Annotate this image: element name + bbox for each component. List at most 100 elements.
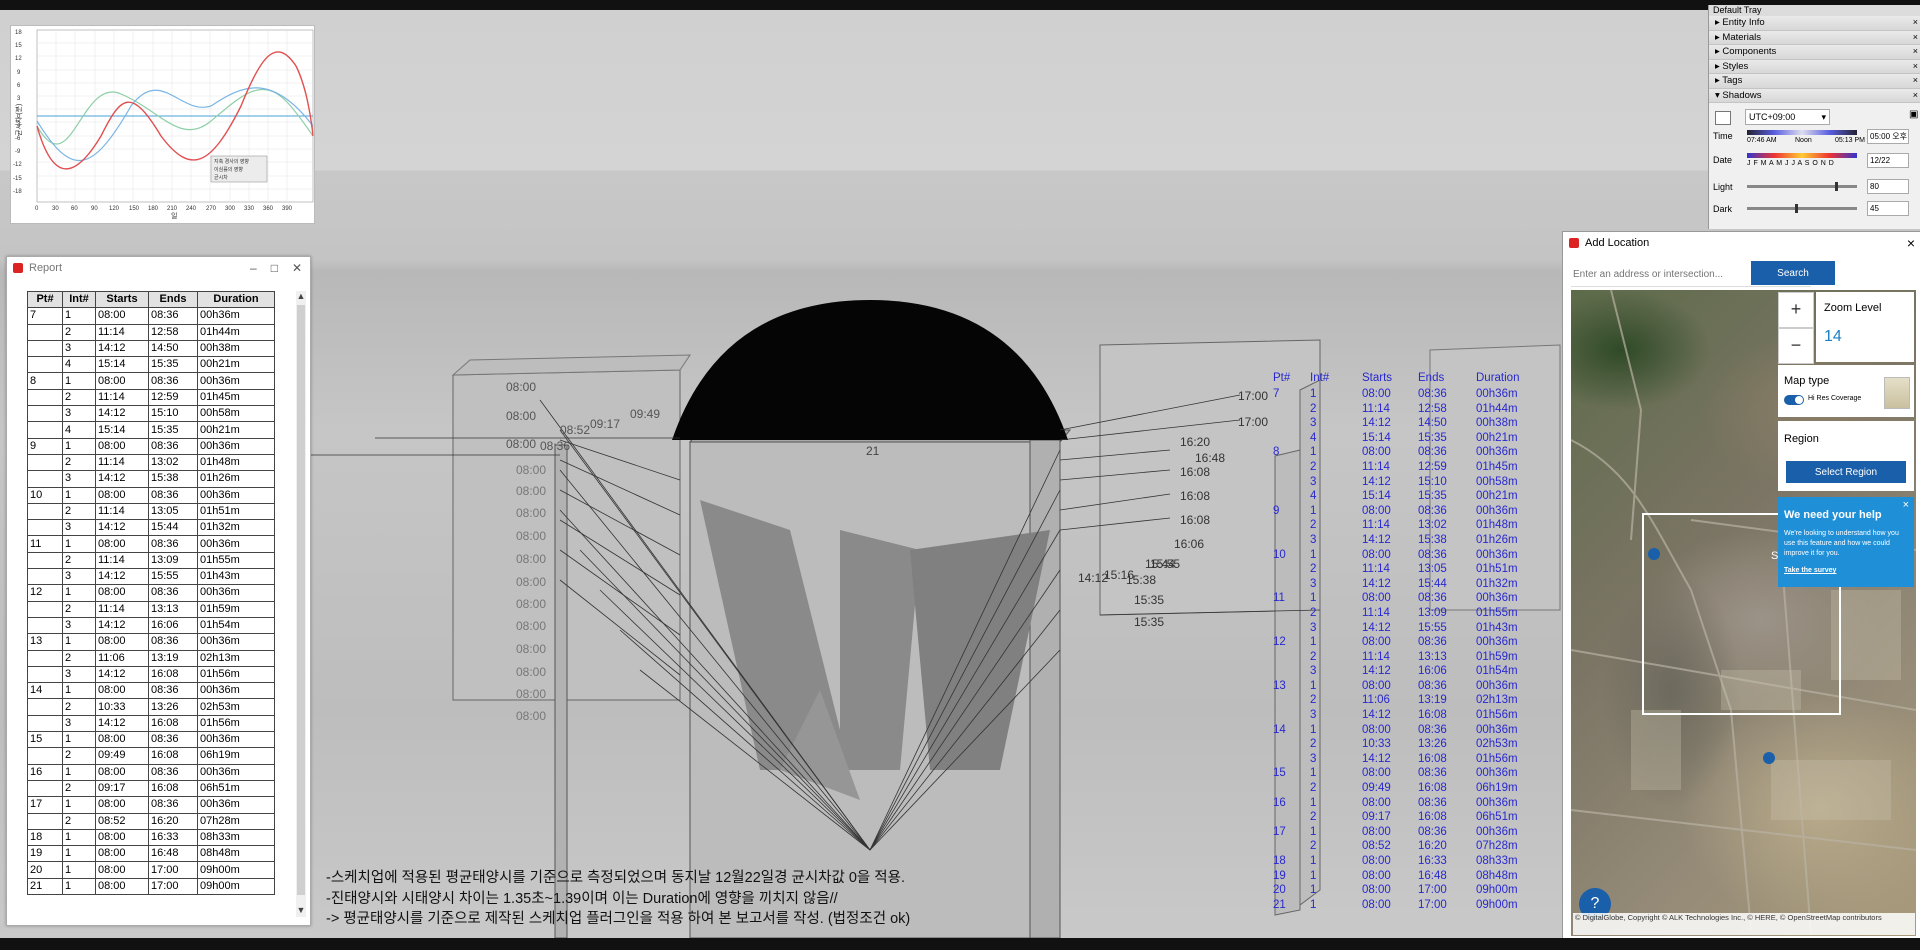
close-icon[interactable]: × [1907,235,1915,251]
report-window[interactable]: Report – □ ✕ Pt# Int# Starts Ends Durati… [6,256,311,926]
table-row: 3 14:12 14:50 00h38m [27,339,275,358]
overlay-cell: 3 [1310,417,1317,430]
survey-link[interactable]: Take the survey [1784,567,1836,574]
table-cell: 3 [62,339,96,358]
close-icon[interactable]: × [1913,89,1918,102]
svg-text:08:00: 08:00 [516,529,546,543]
report-scrollbar[interactable]: ▲ ▼ [296,291,306,917]
overlay-cell: 12:58 [1418,402,1447,415]
table-row: 4 15:14 15:35 00h21m [27,421,275,439]
map-thumbnail-icon[interactable] [1884,377,1910,409]
table-cell: 2 [62,502,96,521]
overlay-cell: 11:14 [1362,650,1390,663]
overlay-cell: 00h58m [1476,475,1518,488]
time-label: Time [1713,131,1733,141]
hi-res-toggle[interactable] [1784,395,1804,405]
close-icon[interactable]: × [1913,45,1918,58]
table-cell [27,551,63,570]
table-cell: 14:12 [95,405,149,423]
dark-slider[interactable] [1747,204,1857,213]
svg-text:16:08: 16:08 [1180,465,1210,479]
tray-section-materials[interactable]: ▸ Materials × [1709,30,1920,45]
table-cell: 14:12 [95,665,149,684]
overlay-cell: 00h36m [1476,767,1518,780]
scroll-thumb[interactable] [297,305,305,895]
date-field[interactable]: 12/22 [1867,153,1909,168]
table-cell: 1 [62,828,96,847]
close-icon[interactable]: ✕ [292,261,302,275]
light-slider[interactable] [1747,182,1857,191]
default-tray[interactable]: Default Tray ▸ Entity Info × ▸ Materials ×… [1708,5,1920,229]
svg-text:30: 30 [52,206,59,212]
chart-xtick: 0 [35,206,39,212]
close-icon[interactable]: × [1913,31,1918,44]
date-slider[interactable] [1747,153,1857,158]
zoom-out-button[interactable]: − [1778,328,1814,364]
dark-field[interactable]: 45 [1867,201,1909,216]
close-icon[interactable]: × [1913,60,1918,73]
overlay-cell: 08:36 [1418,388,1447,400]
add-location-titlebar[interactable]: Add Location × [1563,232,1920,254]
tray-section-shadows[interactable]: ▾ Shadows × [1709,88,1920,103]
light-label: Light [1713,182,1733,192]
overlay-cell: 01h44m [1476,402,1518,415]
table-row: 3 14:12 16:08 01h56m [27,665,275,684]
light-field[interactable]: 80 [1867,179,1909,194]
overlay-cell: 00h36m [1476,796,1518,809]
scroll-down-icon[interactable]: ▼ [296,905,306,917]
column-header: Starts [95,291,149,309]
overlay-cell: 13:02 [1418,519,1447,532]
shadow-toggle-icon[interactable] [1715,111,1731,125]
tray-section-styles[interactable]: ▸ Styles × [1709,59,1920,74]
table-cell [27,714,63,733]
table-cell: 15:35 [148,421,198,439]
time-slider[interactable] [1747,130,1857,135]
overlay-cell: 2 [1310,840,1317,853]
search-button[interactable]: Search [1751,261,1835,285]
time-field[interactable]: 05:00 오후 [1867,129,1909,144]
close-icon[interactable]: × [1903,499,1909,511]
display-shadows-icon[interactable]: ▣ [1909,109,1918,120]
overlay-cell: 08:00 [1362,723,1391,736]
table-cell: 14:50 [148,339,198,358]
svg-text:16:06: 16:06 [1174,537,1204,551]
tray-section-components[interactable]: ▸ Components × [1709,45,1920,60]
svg-text:21: 21 [866,444,880,458]
svg-text:08:00: 08:00 [516,665,546,679]
overlay-cell: 07h28m [1476,840,1518,853]
table-cell: 09:49 [95,747,149,765]
table-cell: 16:06 [148,616,198,635]
svg-text:15:35: 15:35 [1134,593,1164,607]
zoom-in-button[interactable]: + [1778,292,1814,328]
add-location-window[interactable]: Add Location × Search Su + − [1562,231,1920,940]
table-cell: 11:14 [95,551,149,570]
overlay-cell: 1 [1310,592,1317,605]
table-row: 11 1 08:00 08:36 00h36m [27,535,275,553]
overlay-cell: 1 [1310,723,1317,736]
overlay-cell: 17:00 [1418,898,1447,911]
map-type-title: Map type [1784,375,1830,387]
satellite-map[interactable]: Su + − Zoom Level 14 Map type Hi Res Cov… [1571,290,1916,936]
svg-text:150: 150 [129,206,140,212]
table-cell [27,502,63,521]
overlay-cell: 1 [1310,767,1317,780]
zoom-panel: Zoom Level 14 [1816,292,1914,362]
select-region-button[interactable]: Select Region [1786,461,1906,483]
report-titlebar[interactable]: Report – □ ✕ [7,257,310,279]
table-cell: 1 [62,535,96,553]
table-cell: 1 [62,861,96,879]
tray-section-tags[interactable]: ▸ Tags × [1709,74,1920,89]
maximize-icon[interactable]: □ [271,261,278,275]
overlay-cell: 11:14 [1362,606,1390,619]
column-header: Ends [148,291,198,309]
table-cell: 01h32m [197,519,275,537]
overlay-cell: 11:14 [1362,519,1390,532]
scroll-up-icon[interactable]: ▲ [296,291,306,303]
close-icon[interactable]: × [1913,74,1918,87]
minimize-icon[interactable]: – [250,261,257,275]
overlay-cell: 14:12 [1362,621,1391,634]
tray-section-entity-info[interactable]: ▸ Entity Info × [1709,16,1920,31]
timezone-select[interactable]: UTC+09:00 ▾ [1745,109,1830,125]
table-cell [27,600,63,618]
close-icon[interactable]: × [1913,16,1918,29]
